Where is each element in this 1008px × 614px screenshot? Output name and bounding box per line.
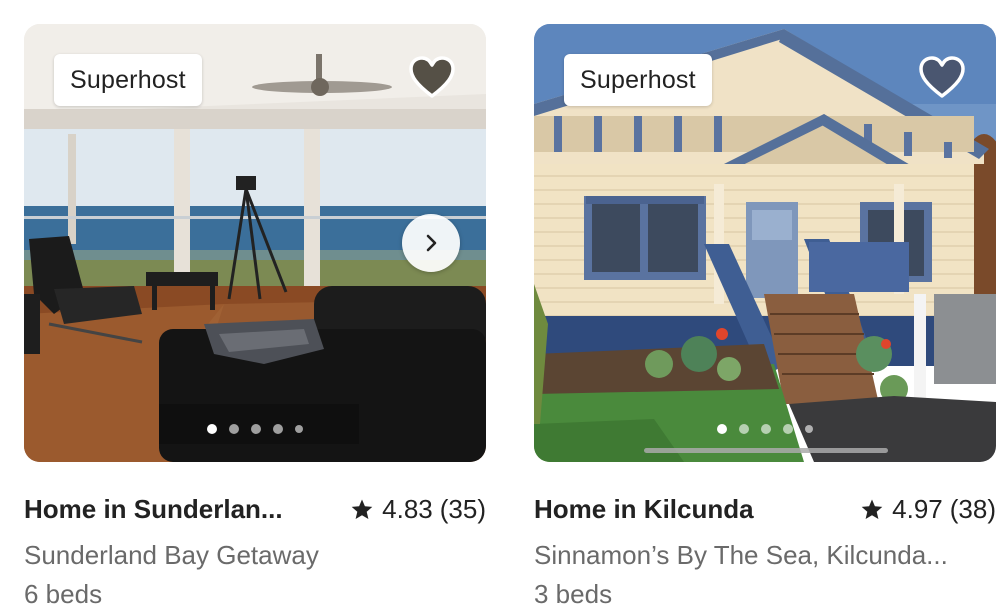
- listing-info[interactable]: Home in Sunderlan... 4.83 (35) Sunderlan…: [24, 486, 486, 614]
- listings-grid: Superhost Home in Sunderlan... 4.83 (35)…: [0, 0, 1008, 614]
- listing-photo-carousel[interactable]: Superhost: [24, 24, 486, 462]
- star-icon: [350, 498, 374, 522]
- listing-subtitle: Sinnamon’s By The Sea, Kilcunda...: [534, 540, 948, 570]
- photo-pagination-dots: [534, 424, 996, 434]
- star-icon: [860, 498, 884, 522]
- heart-icon[interactable]: [408, 56, 456, 100]
- listing-beds: 6 beds: [24, 579, 103, 609]
- listing-subtitle: Sunderland Bay Getaway: [24, 540, 319, 570]
- superhost-badge: Superhost: [564, 54, 712, 106]
- listing-rating: 4.83 (35): [350, 494, 486, 525]
- superhost-badge: Superhost: [54, 54, 202, 106]
- chevron-right-icon: [426, 234, 437, 252]
- review-count: (35): [439, 494, 486, 524]
- pagination-dot[interactable]: [761, 424, 771, 434]
- listing-card[interactable]: Superhost Home in Kilcunda 4.97 (38) Sin…: [534, 24, 996, 609]
- pagination-dot[interactable]: [739, 424, 749, 434]
- listing-rating: 4.97 (38): [860, 494, 996, 525]
- next-photo-button[interactable]: [402, 214, 460, 272]
- heart-icon[interactable]: [918, 56, 966, 100]
- pagination-dot[interactable]: [251, 424, 261, 434]
- listing-card[interactable]: Superhost Home in Sunderlan... 4.83 (35)…: [24, 24, 486, 609]
- listing-title: Home in Kilcunda: [534, 494, 754, 524]
- rating-value: 4.97: [892, 494, 943, 524]
- pagination-dot[interactable]: [273, 424, 283, 434]
- pagination-dot-active[interactable]: [207, 424, 217, 434]
- pagination-dot-active[interactable]: [717, 424, 727, 434]
- listing-title: Home in Sunderlan...: [24, 494, 283, 524]
- listing-beds: 3 beds: [534, 579, 613, 609]
- photo-pagination-dots: [24, 424, 486, 434]
- listing-photo-carousel[interactable]: Superhost: [534, 24, 996, 462]
- listing-info[interactable]: Home in Kilcunda 4.97 (38) Sinnamon’s By…: [534, 486, 996, 614]
- horizontal-scrollbar[interactable]: [644, 448, 888, 453]
- pagination-dot[interactable]: [229, 424, 239, 434]
- rating-value: 4.83: [382, 494, 433, 524]
- review-count: (38): [949, 494, 996, 524]
- pagination-dot[interactable]: [783, 424, 793, 434]
- pagination-dot[interactable]: [805, 425, 813, 433]
- pagination-dot[interactable]: [295, 425, 303, 433]
